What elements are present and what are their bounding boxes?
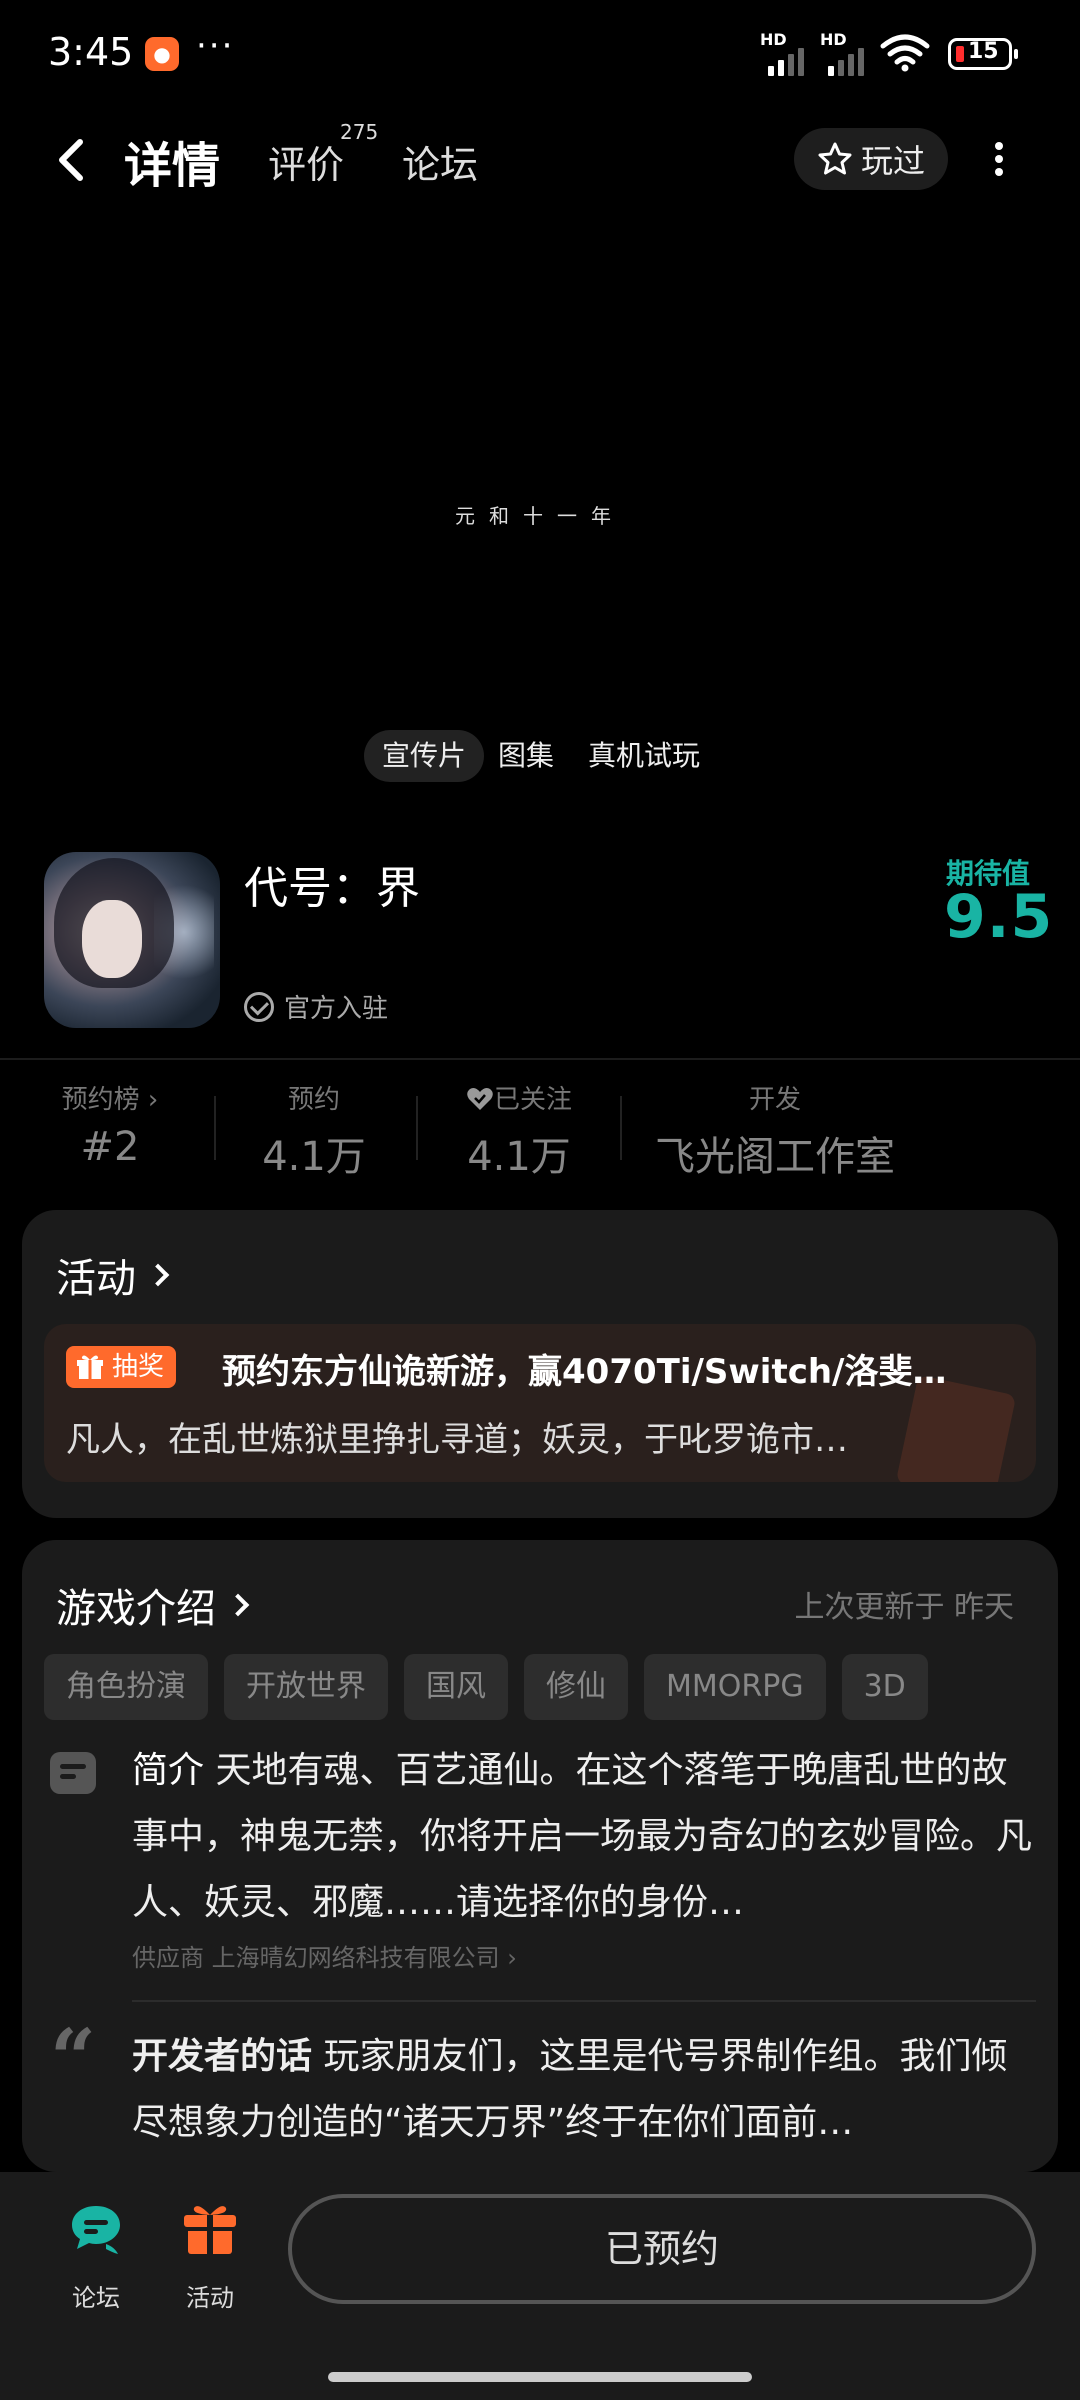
intro-section-header[interactable]: 游戏介绍 bbox=[56, 1576, 250, 1634]
tab-detail[interactable]: 详情 bbox=[119, 126, 225, 196]
tag-item[interactable]: 开放世界 bbox=[224, 1654, 388, 1720]
quote-icon: “ bbox=[50, 2011, 97, 2105]
reviews-count-badge: 275 bbox=[340, 120, 379, 144]
tag-item[interactable]: 角色扮演 bbox=[44, 1654, 208, 1720]
stat-value: 4.1万 bbox=[467, 1134, 571, 1180]
check-circle-icon bbox=[244, 991, 274, 1022]
expectation-score: 9.5 bbox=[944, 882, 1054, 952]
battery-icon: 15 bbox=[948, 38, 1018, 70]
activity-title: 活动 bbox=[56, 1256, 136, 1302]
star-icon bbox=[818, 142, 852, 175]
more-notifications-icon: ··· bbox=[196, 26, 235, 66]
developer-words-label: 开发者的话 bbox=[132, 2036, 313, 2077]
played-label: 玩过 bbox=[860, 142, 925, 180]
chevron-right-icon bbox=[226, 1593, 250, 1617]
status-bar: 3:45 ● ··· HD HD 15 bbox=[0, 0, 1080, 110]
intro-title: 游戏介绍 bbox=[56, 1586, 216, 1632]
stat-reserve-rank[interactable]: 预约榜 › #2 bbox=[40, 1080, 180, 1170]
divider bbox=[0, 1058, 1080, 1060]
forum-chat-icon bbox=[72, 2206, 120, 2254]
promo-video[interactable]: 元和十一年 bbox=[0, 210, 1080, 790]
activity-description: 凡人，在乱世炼狱里挣扎寻道；妖灵，于叱罗诡市… bbox=[66, 1420, 848, 1460]
activity-headline: 预约东方仙诡新游，赢4070Ti/Switch/洛斐… bbox=[222, 1352, 947, 1392]
video-caption: 元和十一年 bbox=[455, 504, 625, 528]
tag-item[interactable]: 修仙 bbox=[524, 1654, 628, 1720]
stat-reservations: 预约 4.1万 bbox=[244, 1080, 384, 1182]
stat-developer[interactable]: 开发 飞光阁工作室 bbox=[640, 1080, 910, 1182]
stat-label: 预约 bbox=[287, 1085, 340, 1115]
back-arrow-icon[interactable] bbox=[50, 134, 94, 186]
status-time: 3:45 bbox=[48, 30, 134, 74]
game-intro-card: 游戏介绍 上次更新于 昨天 角色扮演 开放世界 国风 修仙 MMORPG 3D … bbox=[22, 1540, 1058, 2172]
activity-item[interactable]: 抽奖 预约东方仙诡新游，赢4070Ti/Switch/洛斐… 凡人，在乱世炼狱里… bbox=[44, 1324, 1036, 1482]
stat-label: 预约榜 › bbox=[61, 1085, 159, 1115]
tag-item[interactable]: 3D bbox=[841, 1654, 928, 1720]
activity-section-header[interactable]: 活动 bbox=[56, 1246, 170, 1304]
stat-value: 飞光阁工作室 bbox=[655, 1134, 895, 1180]
media-tab-trailer[interactable]: 宣传片 bbox=[364, 730, 485, 782]
summary-text[interactable]: 简介 天地有魂、百艺通仙。在这个落笔于晚唐乱世的故事中，神鬼无禁，你将开启一场最… bbox=[132, 1738, 1032, 1936]
heart-check-icon bbox=[467, 1088, 493, 1110]
gift-icon bbox=[77, 1355, 103, 1379]
top-nav: 详情 评价 275 论坛 玩过 bbox=[0, 120, 1080, 200]
notification-app-icon: ● bbox=[145, 37, 179, 71]
divider bbox=[132, 2000, 1036, 2002]
summary-label: 简介 bbox=[132, 1750, 205, 1791]
tag-item[interactable]: MMORPG bbox=[644, 1654, 826, 1720]
official-badge: 官方入驻 bbox=[244, 988, 388, 1025]
reserved-button[interactable]: 已预约 bbox=[288, 2194, 1036, 2304]
wifi-icon bbox=[880, 34, 930, 72]
bottom-activity-button[interactable]: 活动 bbox=[170, 2200, 250, 2313]
developer-words[interactable]: 开发者的话 玩家朋友们，这里是代号界制作组。我们倾尽想象力创造的“诸天万界”终于… bbox=[132, 2024, 1032, 2156]
bottom-action-bar: 论坛 活动 已预约 bbox=[0, 2172, 1080, 2400]
game-icon[interactable] bbox=[44, 852, 220, 1028]
media-tab-gallery[interactable]: 图集 bbox=[480, 730, 572, 782]
tag-item[interactable]: 国风 bbox=[404, 1654, 508, 1720]
stat-value: #2 bbox=[80, 1124, 140, 1170]
home-indicator[interactable] bbox=[328, 2372, 752, 2382]
summary-icon bbox=[50, 1752, 96, 1794]
last-updated: 上次更新于 昨天 bbox=[794, 1590, 1014, 1625]
bottom-activity-label: 活动 bbox=[186, 2284, 234, 2312]
tag-list: 角色扮演 开放世界 国风 修仙 MMORPG 3D bbox=[44, 1654, 928, 1720]
stat-label: 已关注 bbox=[444, 1080, 594, 1120]
supplier-link[interactable]: 供应商 上海晴幻网络科技有限公司 › bbox=[132, 1938, 517, 1973]
media-tab-demo[interactable]: 真机试玩 bbox=[570, 730, 718, 782]
bottom-forum-button[interactable]: 论坛 bbox=[56, 2200, 136, 2313]
bottom-forum-label: 论坛 bbox=[72, 2284, 120, 2312]
tab-reviews[interactable]: 评价 275 bbox=[268, 120, 378, 189]
gift-icon bbox=[184, 2206, 236, 2254]
tab-reviews-label: 评价 bbox=[268, 143, 345, 187]
chevron-right-icon bbox=[146, 1263, 170, 1287]
lottery-badge: 抽奖 bbox=[66, 1346, 177, 1388]
official-label: 官方入驻 bbox=[284, 994, 389, 1024]
more-options-icon[interactable] bbox=[984, 138, 1014, 184]
activity-card: 活动 抽奖 预约东方仙诡新游，赢4070Ti/Switch/洛斐… 凡人，在乱世… bbox=[22, 1210, 1058, 1518]
stat-label: 开发 bbox=[748, 1085, 801, 1115]
stat-value: 4.1万 bbox=[262, 1134, 366, 1180]
summary-body: 天地有魂、百艺通仙。在这个落笔于晚唐乱世的故事中，神鬼无禁，你将开启一场最为奇幻… bbox=[132, 1750, 1033, 1923]
stat-followers[interactable]: 已关注 4.1万 bbox=[444, 1080, 594, 1182]
tab-forum[interactable]: 论坛 bbox=[402, 134, 478, 189]
game-title: 代号：界 bbox=[244, 863, 420, 914]
stats-row: 预约榜 › #2 预约 4.1万 已关注 4.1万 开发 飞光阁工作室 bbox=[0, 1080, 1080, 1180]
played-button[interactable]: 玩过 bbox=[794, 128, 948, 190]
